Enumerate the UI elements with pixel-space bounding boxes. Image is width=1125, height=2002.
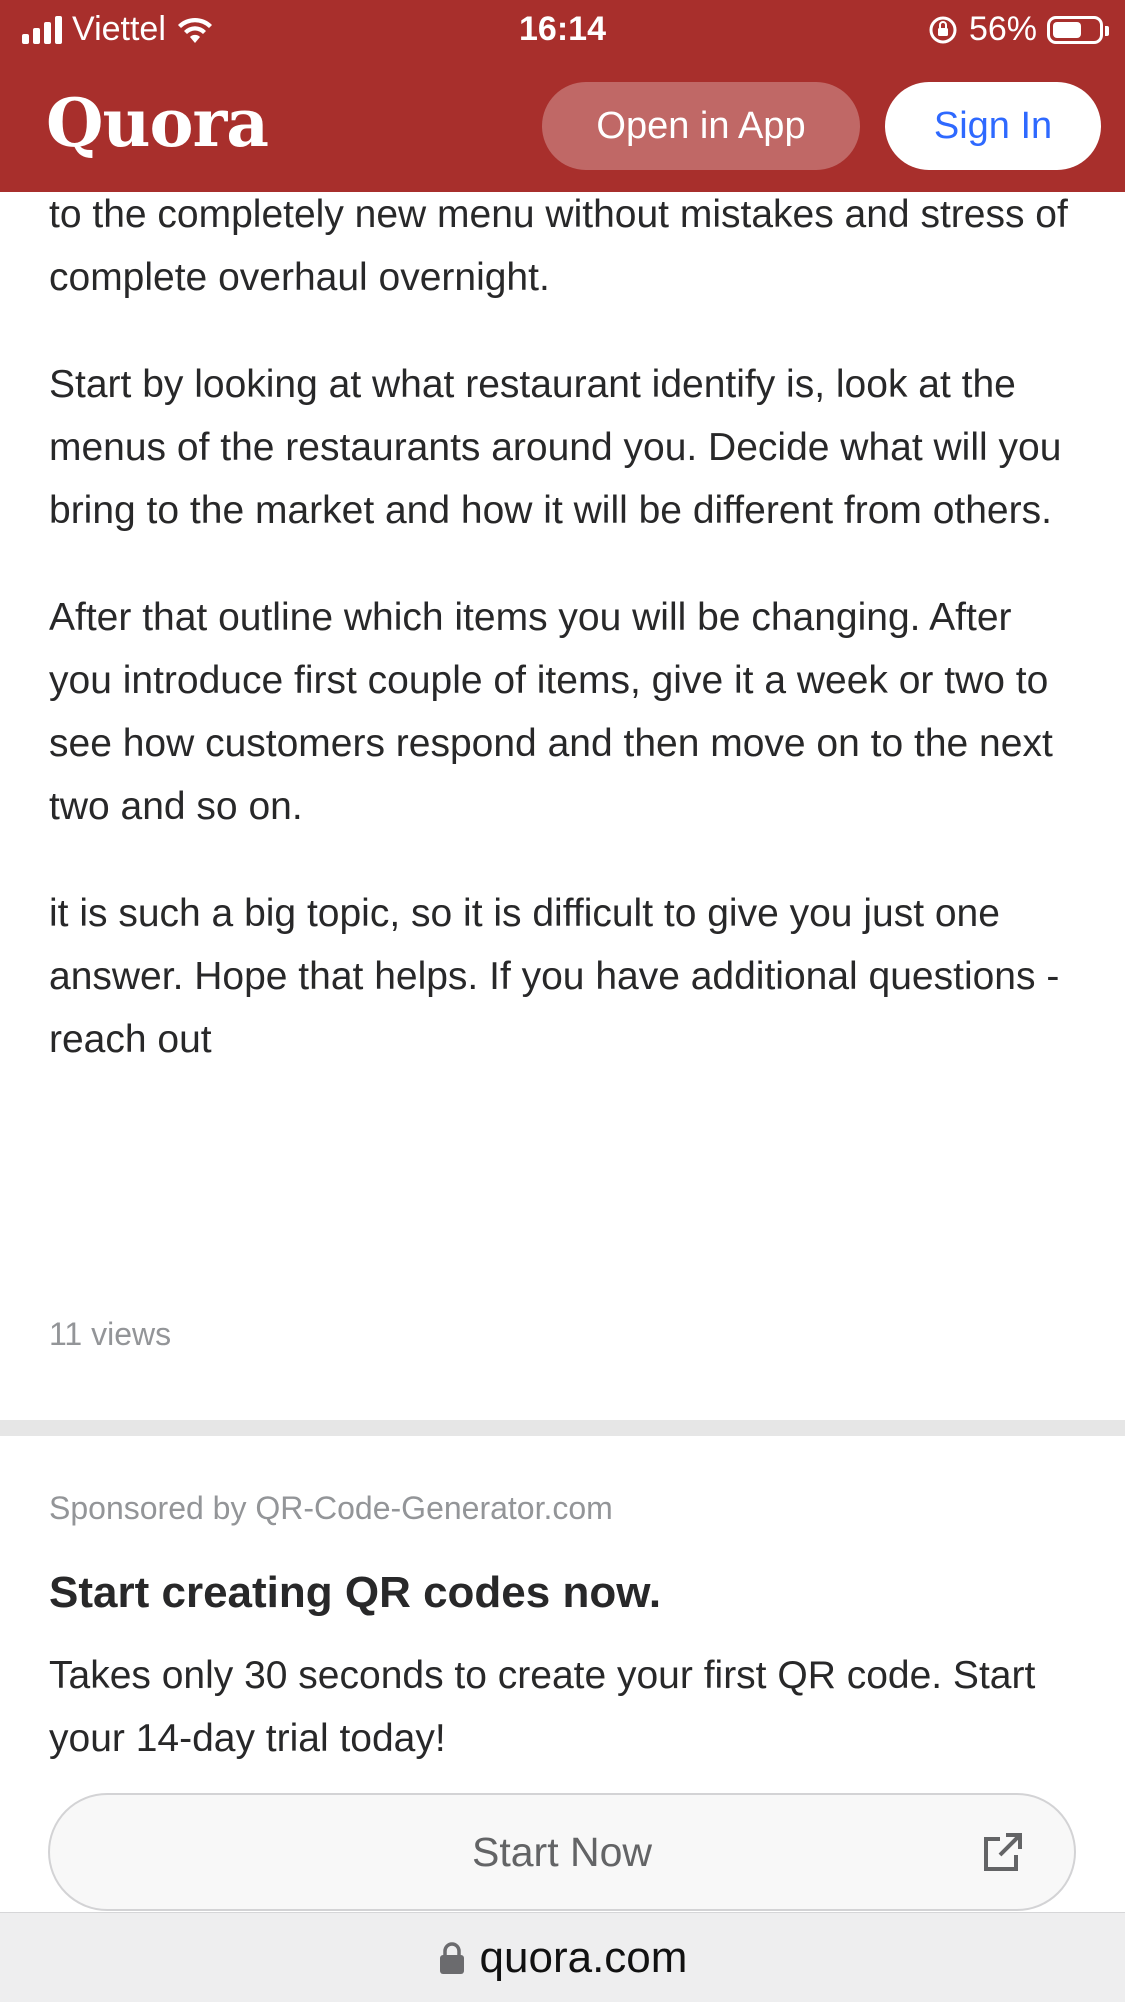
answer-paragraph: Start by looking at what restaurant iden… — [49, 363, 1062, 532]
answer-body: items at a time. This will give your tea… — [49, 130, 1079, 1115]
ad-title[interactable]: Start creating QR codes now. — [49, 1568, 661, 1618]
url-text: quora.com — [479, 1932, 688, 1982]
rotation-lock-icon — [929, 16, 957, 43]
ad-text[interactable]: Takes only 30 seconds to create your fir… — [49, 1644, 1059, 1770]
battery-percent: 56% — [968, 10, 1037, 48]
start-now-label: Start Now — [472, 1828, 652, 1875]
status-bar: Viettel 16:14 56% — [0, 0, 1125, 62]
quora-logo[interactable]: Quora — [46, 84, 269, 162]
lock-icon — [439, 1941, 464, 1974]
sponsor-label[interactable]: Sponsored by QR-Code-Generator.com — [49, 1490, 613, 1527]
battery-icon — [1047, 15, 1109, 44]
answer-paragraph: After that outline which items you will … — [49, 596, 1053, 828]
external-link-icon — [984, 1833, 1022, 1871]
app-header: Viettel 16:14 56% Quora Open in App Sign… — [0, 0, 1125, 192]
view-count: 11 views — [49, 1316, 172, 1352]
status-right: 56% — [927, 10, 1109, 49]
answer-paragraph: it is such a big topic, so it is difficu… — [49, 892, 1060, 1061]
browser-address-bar[interactable]: quora.com — [0, 1912, 1125, 2002]
sign-in-button[interactable]: Sign In — [885, 82, 1101, 170]
start-now-button[interactable]: Start Now — [48, 1793, 1076, 1911]
section-divider — [0, 1420, 1125, 1436]
open-in-app-button[interactable]: Open in App — [542, 82, 860, 170]
